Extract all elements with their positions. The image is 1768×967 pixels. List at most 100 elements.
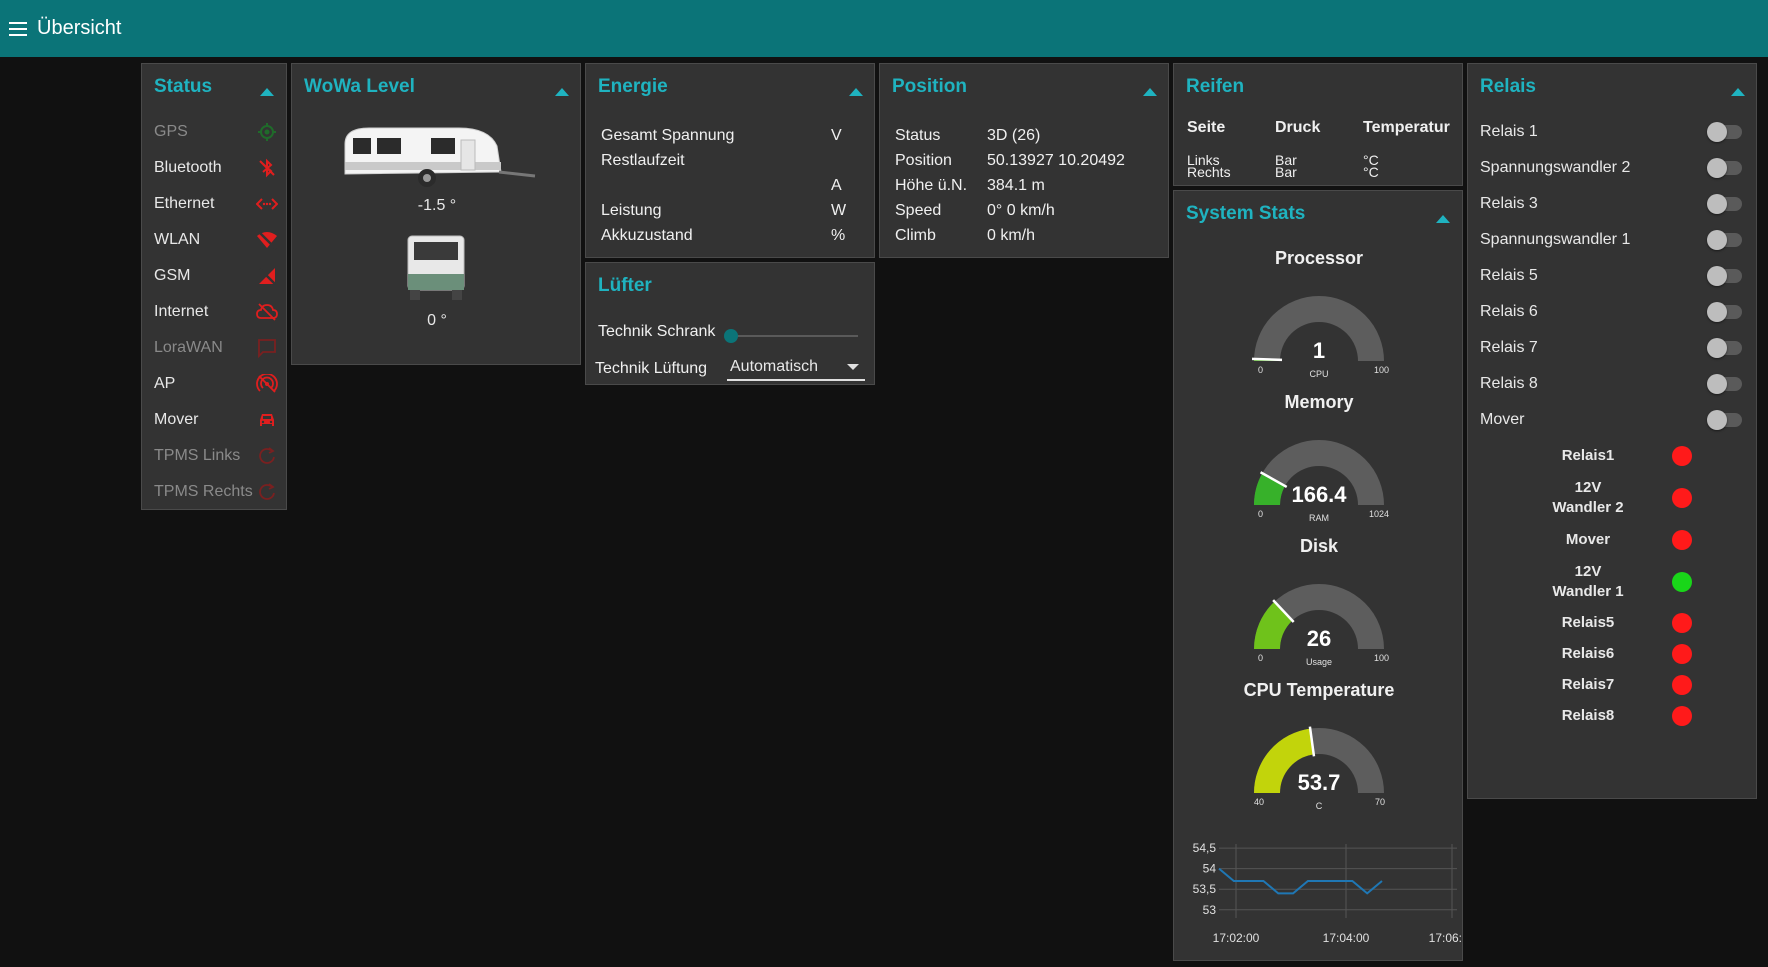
energy-label: Restlaufzeit [601,152,685,169]
position-value: 384.1 m [987,177,1045,194]
energy-unit: V [831,127,842,144]
relay-switch-row: Spannungswandler 2 [1480,153,1742,183]
gauge-max: 100 [1374,365,1390,375]
gauge-value: 26 [1306,626,1332,651]
relay-toggle[interactable] [1707,122,1742,142]
status-label: TPMS Rechts [154,483,253,500]
refresh-icon [256,445,278,467]
status-label: WLAN [154,231,201,248]
relay-toggle[interactable] [1707,302,1742,322]
relay-toggle[interactable] [1707,410,1742,430]
rear-tilt-value: 0 ° [427,312,447,329]
relay-toggle[interactable] [1707,230,1742,250]
gps-icon [256,121,278,143]
car-icon [256,409,278,431]
relay-label: Relais 8 [1480,375,1538,392]
status-item-lorawan: LoraWAN [154,333,278,363]
gauge-min: 0 [1258,365,1264,375]
system-stats-card: System Stats Processor 1 CPU 0 100 Memor… [1173,190,1463,961]
card-title: Relais [1480,76,1536,97]
wifi-off-icon [256,229,278,251]
relay-label: Mover [1480,411,1525,428]
relay-label: Relais 5 [1480,267,1538,284]
collapse-icon[interactable] [555,88,569,96]
fan-slider-track[interactable] [730,335,858,337]
relay-label: Relais 1 [1480,123,1538,140]
status-label: LoraWAN [154,339,223,356]
status-label: Bluetooth [154,159,222,176]
relay-led-row: 12V Wandler 2 [1528,478,1728,518]
signal-off-icon [256,265,278,287]
status-item-gsm: GSM [154,261,278,291]
hotspot-off-icon [256,373,278,395]
fan-slider-thumb[interactable] [724,329,738,343]
led-label: 12V Wandler 2 [1552,479,1624,516]
relay-switch-row: Mover [1480,405,1742,435]
table-cell: Bar [1275,164,1297,180]
gauge-value: 1 [1312,338,1326,363]
fan-mode-select[interactable]: Automatisch [727,354,865,381]
relay-toggle[interactable] [1707,158,1742,178]
cloud-off-icon [256,301,278,323]
table-cell: Rechts [1187,164,1231,180]
position-label: Speed [895,202,942,219]
collapse-icon[interactable] [1143,88,1157,96]
energy-unit: W [831,202,847,219]
relay-toggle[interactable] [1707,338,1742,358]
relay-toggle[interactable] [1707,374,1742,394]
gauge-title: CPU Temperature [1243,680,1395,700]
select-label: Technik Lüftung [595,360,708,377]
collapse-icon[interactable] [1731,88,1745,96]
collapse-icon[interactable] [260,88,274,96]
collapse-icon[interactable] [849,88,863,96]
table-cell: °C [1363,164,1379,180]
chart-y-tick: 54 [1203,862,1217,876]
top-app-bar: Übersicht [0,0,1768,57]
energy-unit: A [831,177,842,194]
relay-switch-row: Relais 3 [1480,189,1742,219]
status-led-icon [1672,572,1692,592]
position-value: 0 km/h [987,227,1036,244]
relay-switch-row: Relais 7 [1480,333,1742,363]
relay-led-row: Mover [1528,530,1728,550]
relay-led-row: Relais6 [1528,644,1728,664]
reifen-card: Reifen Seite Druck Temperatur Links Bar … [1173,63,1463,186]
relay-led-row: Relais5 [1528,613,1728,633]
luefter-card: Lüfter Technik Schrank Technik Lüftung A… [585,262,875,385]
chart-x-tick: 17:04:00 [1323,931,1370,945]
energy-label: Akkuzustand [601,227,693,244]
table-header: Temperatur [1363,119,1450,136]
relais-card: Relais Relais 1 Spannungswandler 2 Relai… [1467,63,1757,799]
message-icon [256,337,278,359]
wowa-level-card: WoWa Level -1.5 ° 0 ° [291,63,581,365]
position-label: Position [895,152,952,169]
side-tilt-value: -1.5 ° [417,197,457,214]
relay-switch-row: Relais 1 [1480,117,1742,147]
relay-toggle[interactable] [1707,266,1742,286]
collapse-icon[interactable] [1436,215,1450,223]
relay-led-row: Relais8 [1528,706,1728,726]
status-item-wlan: WLAN [154,225,278,255]
led-label: Relais8 [1561,707,1615,724]
position-label: Höhe ü.N. [895,177,968,194]
bluetooth-off-icon [256,157,278,179]
relay-toggle[interactable] [1707,194,1742,214]
status-label: GSM [154,267,191,284]
hamburger-menu-icon[interactable] [9,21,27,36]
gauge-title: Memory [1284,392,1354,412]
relay-led-row: Relais7 [1528,675,1728,695]
status-label: Internet [154,303,209,320]
led-label: 12V Wandler 1 [1552,563,1624,600]
gauge-value: 53.7 [1297,770,1341,795]
led-label: Relais7 [1561,676,1615,693]
card-title: Status [154,76,213,97]
status-label: Ethernet [154,195,215,212]
relay-label: Relais 3 [1480,195,1538,212]
gauge-min: 0 [1258,653,1264,663]
card-title: Lüfter [598,275,652,296]
status-led-icon [1672,706,1692,726]
relay-label: Relais 6 [1480,303,1538,320]
position-value: 3D (26) [987,127,1041,144]
energy-unit: % [831,227,846,244]
gauge-unit: RAM [1309,513,1329,523]
